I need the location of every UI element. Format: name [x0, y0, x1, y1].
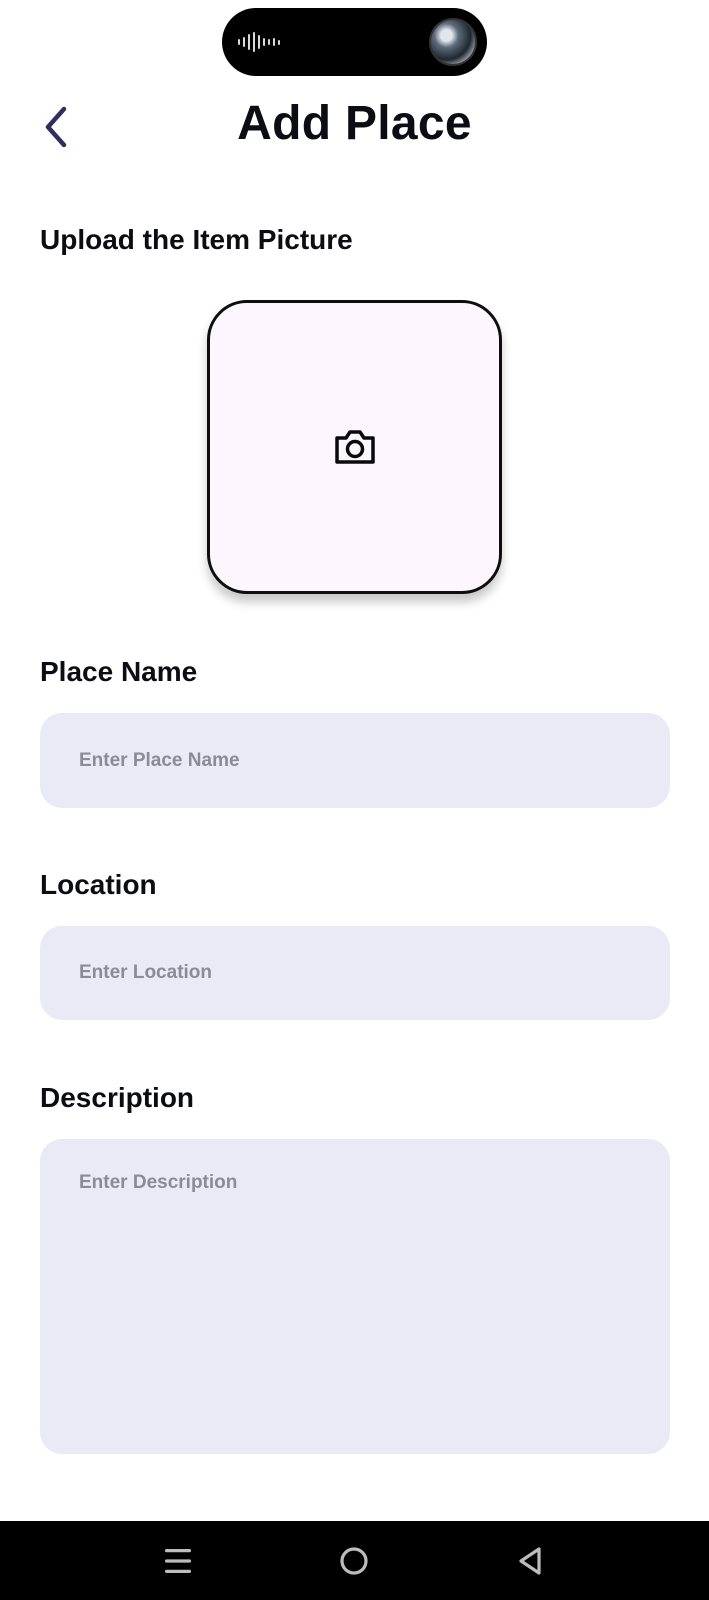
- description-label: Description: [40, 1082, 195, 1113]
- audio-wave-icon: [238, 32, 280, 52]
- dynamic-island: [222, 8, 487, 76]
- menu-icon: [165, 1549, 191, 1573]
- home-button[interactable]: [332, 1539, 376, 1583]
- location-input[interactable]: [40, 926, 670, 1020]
- description-textarea[interactable]: [40, 1139, 670, 1454]
- place-name-input[interactable]: [40, 713, 670, 808]
- camera-icon: [334, 430, 375, 464]
- place-name-label: Place Name: [40, 656, 198, 687]
- triangle-back-icon: [519, 1547, 541, 1575]
- upload-label: Upload the Item Picture: [40, 224, 353, 255]
- home-circle-icon: [340, 1547, 368, 1575]
- page-title: Add Place: [237, 97, 472, 150]
- system-back-button[interactable]: [508, 1539, 552, 1583]
- image-upload-button[interactable]: [207, 300, 502, 594]
- app-screen: Add Place Upload the Item Picture Place …: [0, 0, 709, 1600]
- location-label: Location: [40, 869, 157, 900]
- recent-apps-button[interactable]: [156, 1539, 200, 1583]
- avatar[interactable]: [429, 18, 477, 66]
- system-nav-bar: [0, 1521, 709, 1600]
